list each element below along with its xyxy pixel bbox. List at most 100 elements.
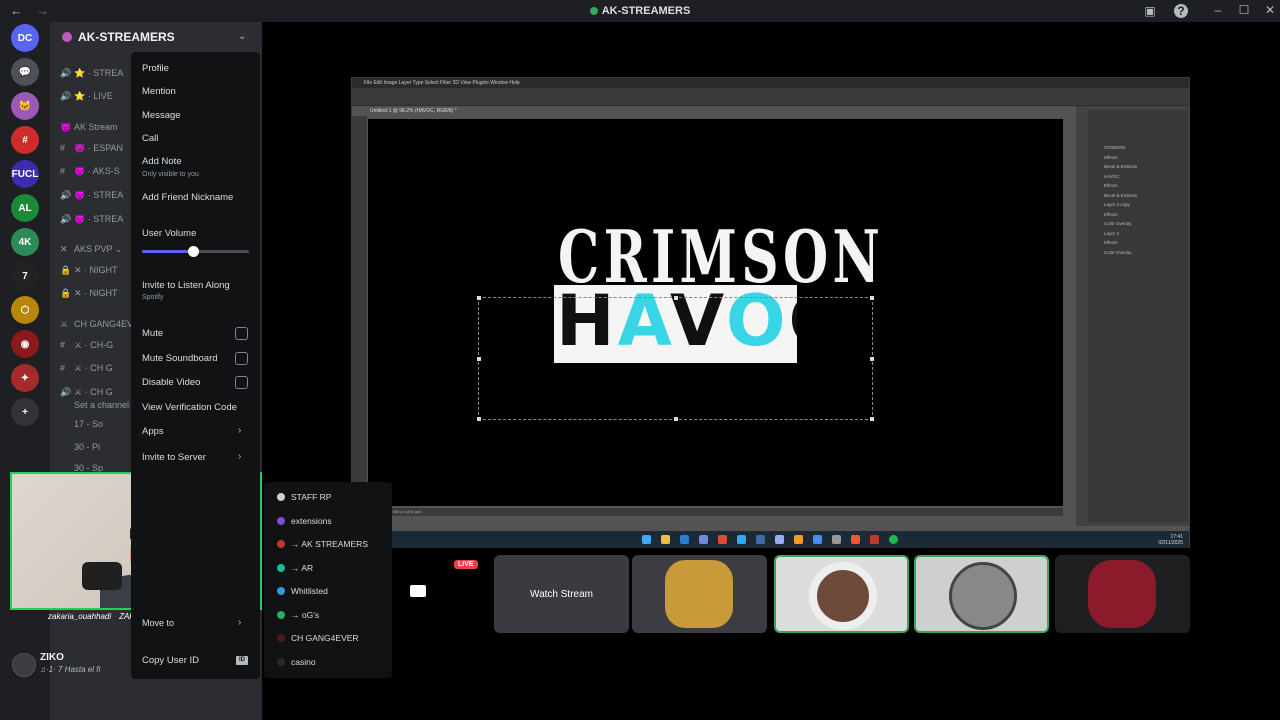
maximize-button[interactable]: ☐ (1234, 3, 1254, 19)
menu-call[interactable]: Call (142, 133, 158, 144)
server-badge-icon (62, 32, 72, 42)
menu-profile[interactable]: Profile (142, 63, 169, 74)
menu-message[interactable]: Message (142, 110, 181, 121)
channel-item[interactable]: 🔒 ✕ · NIGHT (60, 265, 118, 276)
store-icon (680, 535, 689, 544)
channel-item[interactable]: # 😈 · ESPAN (60, 143, 123, 154)
tile-user[interactable] (632, 555, 767, 633)
channel-item[interactable]: 🔒 ✕ · NIGHT (60, 288, 118, 299)
channel-item[interactable]: 🔊 ⚔ · CH G (60, 387, 113, 398)
server-icon[interactable]: 4K (11, 228, 39, 256)
submenu-channel-item[interactable]: → AR (277, 563, 313, 573)
channel-item[interactable]: # ⚔ · CH-G (60, 340, 113, 351)
channel-label: 30 - Pi (74, 442, 101, 452)
menu-invite-to-server[interactable]: Invite to Server (142, 452, 206, 463)
menu-move-to[interactable]: Move to (142, 618, 174, 628)
mute-checkbox[interactable] (235, 327, 248, 340)
channel-item[interactable]: 🔊 😈 · STREA (60, 214, 123, 225)
channel-label: CH GANG4EV (74, 319, 134, 329)
server-icon[interactable]: # (11, 126, 39, 154)
edge-icon (756, 535, 765, 544)
menu-invite-listen[interactable]: Invite to Listen Along (142, 280, 230, 291)
user-name: ZIKO (40, 652, 64, 663)
ps-layer-row: CRIMSON (1104, 145, 1126, 150)
mute-soundboard-checkbox[interactable] (235, 352, 248, 365)
server-icon[interactable]: 7 (11, 262, 39, 290)
discord-icon (699, 535, 708, 544)
channel-dot-icon (277, 610, 285, 619)
avatar (809, 562, 877, 630)
channel-label: AKS PVP ⌄ (74, 244, 123, 254)
avatar[interactable] (12, 653, 36, 677)
ps-document-tab: Untitled-1 @ 98.2% (HAVOC, RGB/8) * (370, 108, 457, 114)
channel-item[interactable]: ✕ AKS PVP ⌄ (60, 244, 122, 255)
submenu-channel-item[interactable]: → AK STREAMERS (277, 539, 368, 549)
submenu-channel-item[interactable]: extensions (277, 516, 332, 526)
submenu-channel-item[interactable]: CH GANG4EVER (277, 633, 359, 643)
channel-item[interactable]: 30 - Pi (60, 442, 100, 452)
avatar (665, 560, 733, 628)
volume-slider-knob[interactable] (188, 246, 200, 257)
menu-apps[interactable]: Apps (142, 426, 164, 437)
avatar (1088, 560, 1156, 628)
menu-add-note[interactable]: Add Note (142, 156, 182, 167)
watch-stream-button[interactable]: Watch Stream (494, 555, 629, 633)
server-icon[interactable]: 🐱 (11, 92, 39, 120)
submenu-channel-item[interactable]: → oG's (277, 610, 319, 620)
server-icon[interactable]: 💬 (11, 58, 39, 86)
minimize-button[interactable]: – (1208, 3, 1228, 19)
inbox-icon[interactable]: ▣ (1143, 4, 1157, 18)
channel-label: ⚔ · CH-G (74, 340, 114, 350)
channel-item[interactable]: # ⚔ · CH G (60, 363, 113, 374)
channel-dot-icon (277, 540, 285, 548)
help-icon[interactable]: ? (1174, 4, 1188, 18)
server-name[interactable]: AK-STREAMERS (62, 30, 175, 44)
submenu-channel-item[interactable]: Whitlisted (277, 586, 328, 596)
tile-user[interactable] (914, 555, 1049, 633)
close-button[interactable]: ✕ (1260, 3, 1280, 19)
channel-dot-icon (277, 516, 285, 525)
server-icon[interactable]: + (11, 398, 39, 426)
menu-mute[interactable]: Mute (142, 328, 163, 339)
tile-watch-stream[interactable]: Watch Stream (494, 555, 629, 633)
tile-user[interactable] (1055, 555, 1190, 633)
server-list: DC 💬 🐱 # FUCL AL 4K 7 ⬡ ◉ ✦ + (0, 22, 50, 720)
menu-disable-video[interactable]: Disable Video (142, 377, 200, 388)
menu-add-friend-nickname[interactable]: Add Friend Nickname (142, 192, 233, 203)
channel-label: ✕ · NIGHT (74, 265, 118, 275)
server-icon[interactable]: DC (11, 24, 39, 52)
channel-item[interactable]: ⚔ CH GANG4EV (60, 319, 133, 330)
submenu-channel-item[interactable]: STAFF RP (277, 492, 331, 502)
channel-dot-icon (277, 493, 285, 501)
disable-video-checkbox[interactable] (235, 376, 248, 389)
server-icon[interactable]: ✦ (11, 364, 39, 392)
app4-icon (870, 535, 879, 544)
submenu-channel-item[interactable]: casino (277, 657, 316, 667)
server-icon[interactable]: FUCL (11, 160, 39, 188)
channel-item[interactable]: 😈 AK Stream (60, 122, 118, 133)
window-title: AK-STREAMERS (0, 5, 1280, 17)
volume-slider[interactable] (142, 246, 249, 257)
menu-mention[interactable]: Mention (142, 86, 176, 97)
channel-label: 😈 · ESPAN (74, 143, 124, 153)
tile-user[interactable] (774, 555, 909, 633)
stream-view[interactable]: File Edit Image Layer Type Select Filter… (351, 77, 1190, 548)
menu-mute-soundboard[interactable]: Mute Soundboard (142, 353, 218, 364)
channel-item[interactable]: Set a channel (60, 400, 129, 410)
channel-label: ⭐ · STREA (74, 68, 124, 78)
ps-layer-row: Color Overlay (1104, 249, 1132, 255)
channel-item[interactable]: # 😈 · AKS-S (60, 166, 120, 177)
channel-item[interactable]: 🔊 ⭐ · STREA (60, 68, 123, 79)
menu-copy-user-id[interactable]: Copy User ID (142, 655, 199, 666)
submenu-item-label: extensions (291, 515, 332, 526)
channel-item[interactable]: 🔊 ⭐ · LIVE (60, 91, 113, 102)
server-icon (589, 7, 598, 15)
ps-layer-row: HAVOC (1104, 173, 1120, 179)
menu-view-verification[interactable]: View Verification Code (142, 402, 237, 413)
channel-item[interactable]: 🔊 😈 · STREA (60, 190, 123, 201)
server-icon[interactable]: ◉ (11, 330, 39, 358)
server-icon[interactable]: ⬡ (11, 296, 39, 324)
chevron-down-icon[interactable]: ⌄ (238, 31, 246, 42)
channel-item[interactable]: 17 - So (60, 419, 103, 429)
server-icon[interactable]: AL (11, 194, 39, 222)
